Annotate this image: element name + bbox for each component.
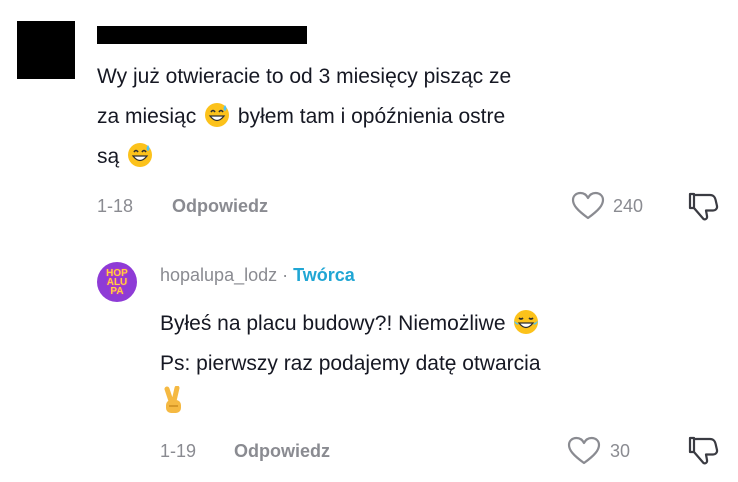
comment-text-line-2: za miesiąc byłem tam i opóźnienia ostre — [97, 99, 505, 140]
reply-username[interactable]: hopalupa_lodz — [160, 265, 277, 285]
grinning-sweat-emoji — [127, 142, 153, 180]
like-count: 30 — [610, 441, 631, 461]
separator: · — [282, 265, 289, 285]
tears-of-joy-emoji — [513, 309, 539, 347]
dislike-button[interactable] — [686, 190, 720, 227]
avatar-logo-text: HOPALUPA — [106, 267, 128, 297]
reply-date: 1-19 — [160, 441, 197, 461]
avatar[interactable]: HOPALUPA — [97, 262, 137, 302]
comment-text-part: byłem tam i opóźnienia ostre — [237, 105, 506, 128]
comment-date: 1-18 — [97, 196, 134, 216]
reply-button[interactable]: Odpowiedz — [172, 196, 268, 217]
comment-text-line-1: Wy już otwieracie to od 3 miesięcy piszą… — [97, 65, 512, 88]
avatar[interactable] — [17, 21, 75, 79]
reply-text-line-2: Ps: pierwszy raz podajemy datę otwarcia — [160, 352, 541, 375]
heart-icon[interactable] — [571, 191, 605, 221]
username-redacted[interactable] — [97, 26, 307, 44]
like-button[interactable] — [571, 191, 605, 226]
creator-badge: Twórca — [293, 265, 355, 285]
comment-text-part: za miesiąc — [97, 105, 197, 128]
comment-text-part: są — [97, 145, 120, 168]
comment-text-line-3: są — [97, 139, 155, 180]
heart-icon[interactable] — [567, 436, 601, 466]
reply-username-row: hopalupa_lodz · Twórca — [160, 265, 355, 286]
dislike-icon[interactable] — [686, 434, 720, 466]
like-button[interactable] — [567, 436, 601, 471]
dislike-icon[interactable] — [686, 190, 720, 222]
victory-hand-emoji — [160, 385, 186, 421]
reply-button[interactable]: Odpowiedz — [234, 441, 330, 462]
like-count: 240 — [613, 196, 644, 216]
dislike-button[interactable] — [686, 434, 720, 471]
reply-text-line-1: Byłeś na placu budowy?! Niemożliwe — [160, 306, 541, 347]
grinning-sweat-emoji — [204, 102, 230, 140]
reply-text-part: Byłeś na placu budowy?! Niemożliwe — [160, 312, 506, 335]
